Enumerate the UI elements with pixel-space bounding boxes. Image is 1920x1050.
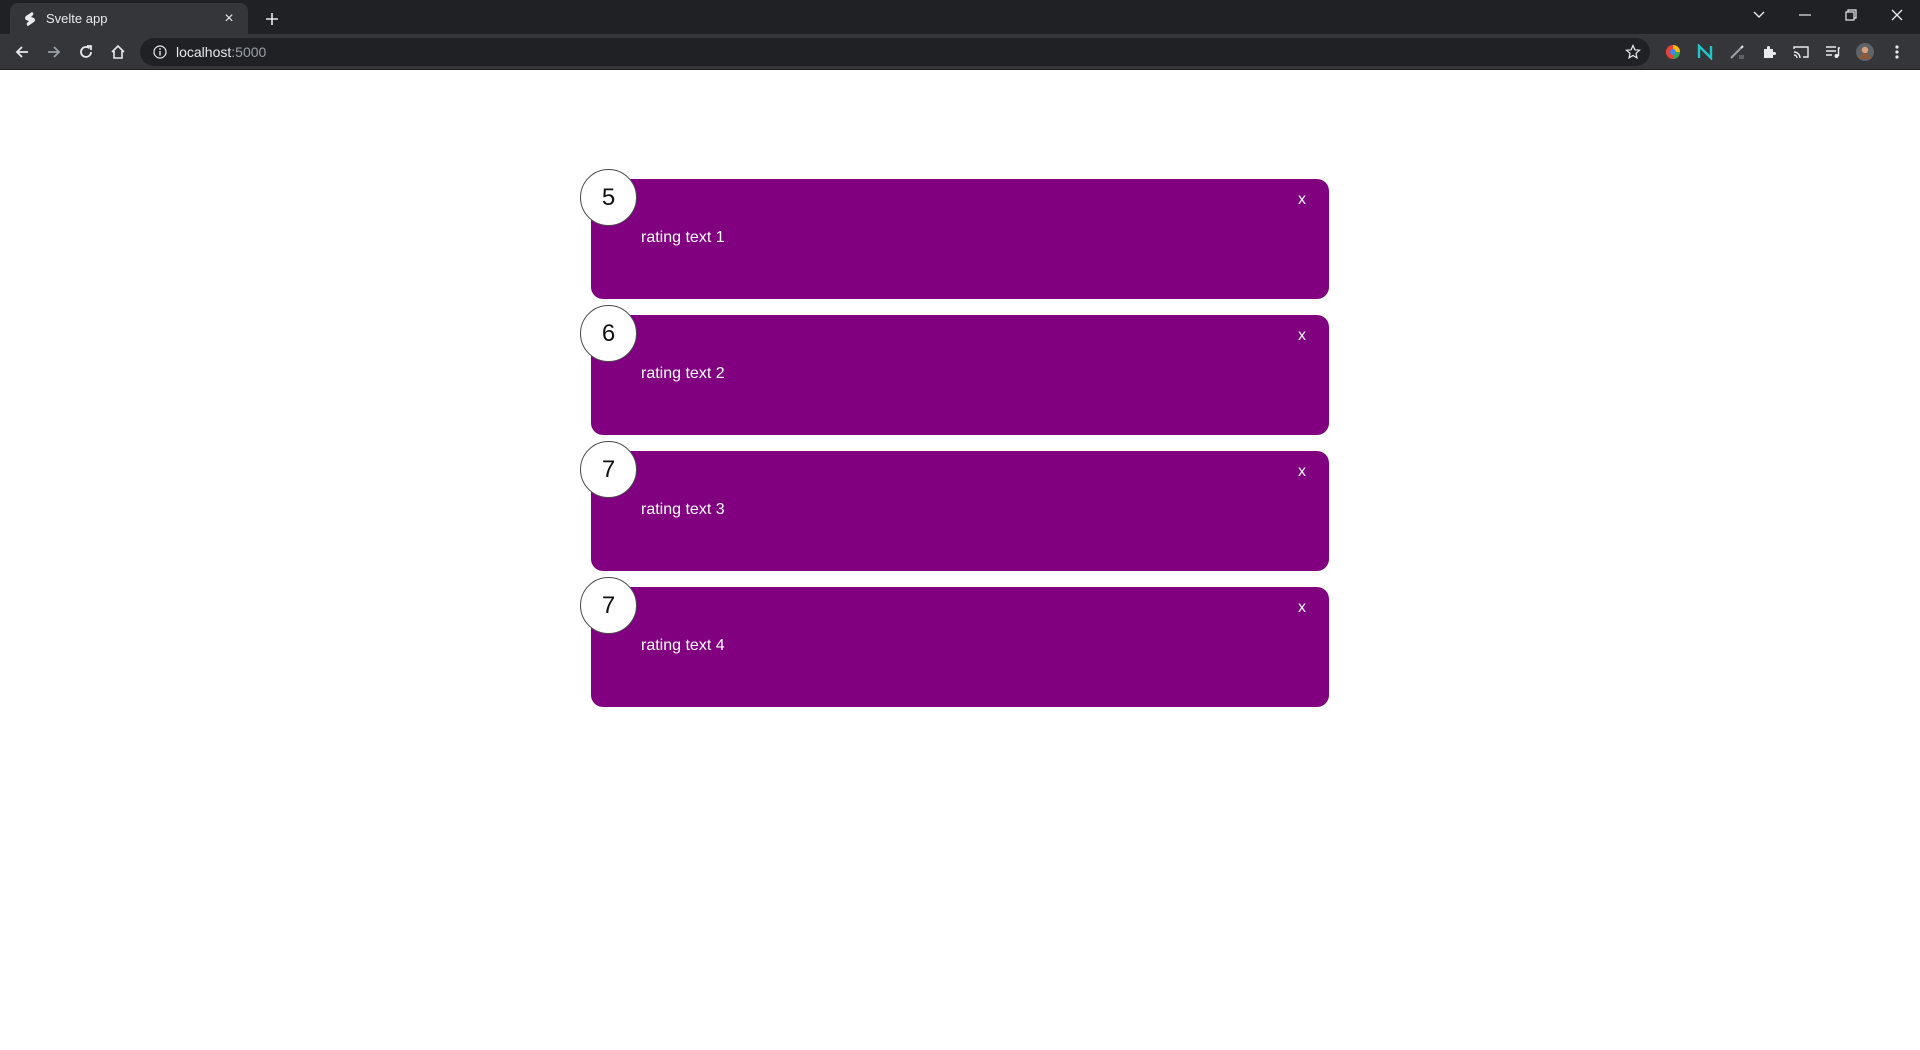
pen-extension-icon[interactable] xyxy=(1727,42,1747,62)
svelte-favicon-icon xyxy=(22,11,38,27)
url-host: localhost xyxy=(176,44,232,60)
profile-icon[interactable] xyxy=(1855,42,1875,62)
star-icon[interactable] xyxy=(1624,43,1642,61)
tab-search-icon[interactable] xyxy=(1736,0,1782,30)
url-port: :5000 xyxy=(231,44,267,60)
delete-button[interactable]: x xyxy=(1291,597,1313,619)
info-icon[interactable] xyxy=(152,44,168,60)
feedback-text: rating text 4 xyxy=(641,637,725,654)
forward-icon[interactable] xyxy=(40,38,68,66)
feedback-card: 7 x rating text 3 xyxy=(580,441,1329,571)
feedback-text: rating text 1 xyxy=(641,229,725,246)
delete-button[interactable]: x xyxy=(1291,461,1313,483)
feedback-text: rating text 2 xyxy=(641,365,725,382)
tab-strip: Svelte app × xyxy=(0,0,1920,34)
tab-title: Svelte app xyxy=(46,11,108,26)
rating-badge: 5 xyxy=(580,169,637,226)
cast-icon[interactable] xyxy=(1791,42,1811,62)
rating-badge: 7 xyxy=(580,577,637,634)
home-icon[interactable] xyxy=(104,38,132,66)
extensions-icon[interactable] xyxy=(1759,42,1779,62)
close-window-icon[interactable] xyxy=(1874,0,1920,30)
reload-icon[interactable] xyxy=(72,38,100,66)
menu-icon[interactable] xyxy=(1887,42,1907,62)
feedback-card: 7 x rating text 4 xyxy=(580,577,1329,707)
minimize-icon[interactable] xyxy=(1782,0,1828,30)
delete-button[interactable]: x xyxy=(1291,189,1313,211)
feedback-card: 6 x rating text 2 xyxy=(580,305,1329,435)
new-tab-icon[interactable] xyxy=(258,5,286,33)
browser-toolbar: localhost:5000 xyxy=(0,34,1920,70)
delete-button[interactable]: x xyxy=(1291,325,1313,347)
restore-icon[interactable] xyxy=(1828,0,1874,30)
colorful-extension-icon[interactable] xyxy=(1663,42,1683,62)
rating-badge: 6 xyxy=(580,305,637,362)
feedback-card: 5 x rating text 1 xyxy=(580,169,1329,299)
page-content: 5 x rating text 1 6 x rating text 2 7 x … xyxy=(0,71,1920,1050)
address-bar[interactable]: localhost:5000 xyxy=(140,38,1650,66)
browser-tab[interactable]: Svelte app × xyxy=(10,3,248,34)
media-icon[interactable] xyxy=(1823,42,1843,62)
rating-badge: 7 xyxy=(580,441,637,498)
n-extension-icon[interactable] xyxy=(1695,42,1715,62)
feedback-text: rating text 3 xyxy=(641,501,725,518)
tab-close-icon[interactable]: × xyxy=(220,10,238,28)
back-icon[interactable] xyxy=(8,38,36,66)
